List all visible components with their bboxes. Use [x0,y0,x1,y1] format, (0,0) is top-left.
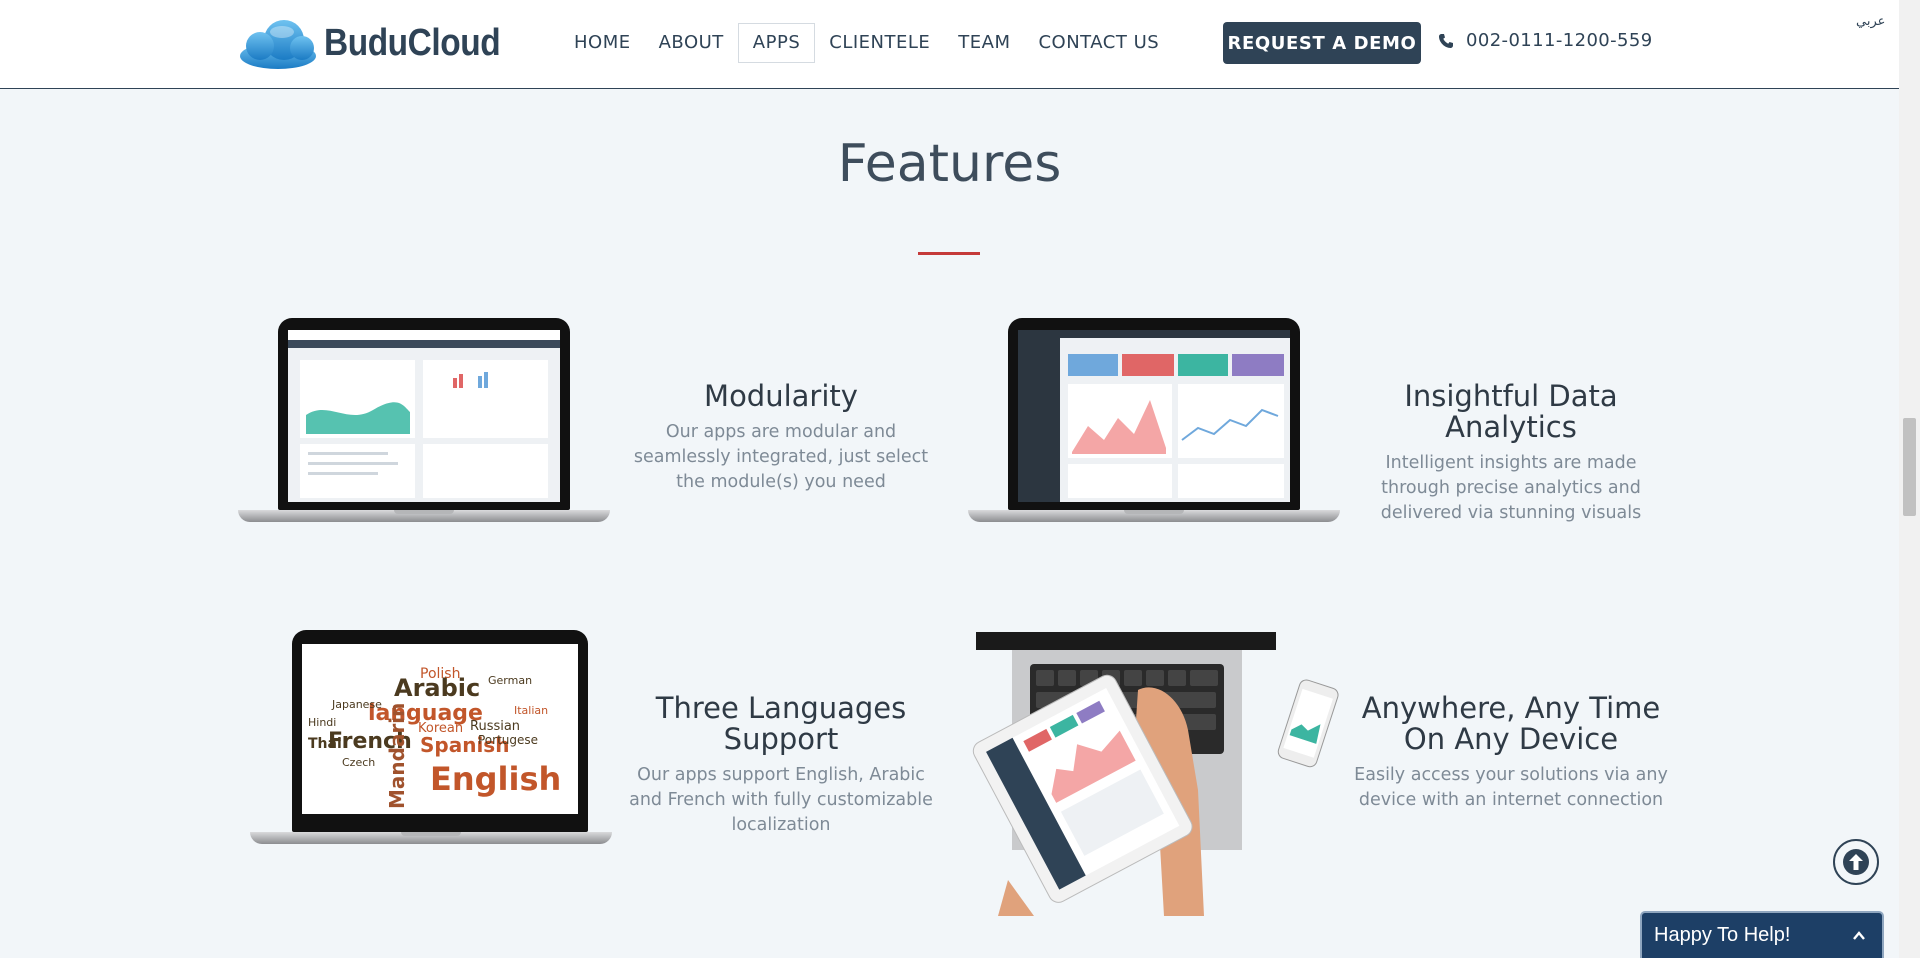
word-cloud-word: Polish [420,666,460,682]
analytics-laptop-image [968,318,1340,528]
nav-about[interactable]: ABOUT [645,23,738,63]
nav-home[interactable]: HOME [560,23,645,63]
feature-any-device: Anywhere, Any Time On Any Device Easily … [1351,693,1671,813]
feature-description: Our apps support English, Arabic and Fre… [629,765,933,835]
nav-clientele[interactable]: CLIENTELE [815,23,944,63]
modularity-laptop-image [238,318,610,528]
feature-title: Modularity [704,379,858,413]
phone-number: 002-0111-1200-559 [1466,30,1653,51]
word-cloud-word: English [430,760,561,798]
feature-three-languages: Three Languages Support Our apps support… [621,693,941,838]
scroll-to-top-button[interactable] [1833,839,1879,885]
chat-widget-bar[interactable]: Happy To Help! [1640,911,1884,958]
phone-icon [1439,33,1453,48]
chat-widget-label: Happy To Help! [1654,924,1791,946]
word-cloud-word: Russian [470,719,520,734]
scrollbar-thumb[interactable] [1903,418,1916,516]
feature-title: Three Languages Support [655,691,907,756]
analytics-screen [1018,330,1290,502]
feature-description: Intelligent insights are made through pr… [1380,453,1642,523]
request-demo-button[interactable]: REQUEST A DEMO [1223,22,1421,64]
word-cloud-word: Portugese [478,733,538,747]
feature-data-analytics: Insightful Data Analytics Intelligent in… [1351,381,1671,526]
nav-team[interactable]: TEAM [944,23,1024,63]
feature-modularity: Modularity Our apps are modular and seam… [621,381,941,495]
arrow-up-icon [1843,849,1869,875]
word-cloud-word: Italian [514,704,548,717]
word-cloud-word: Korean [418,721,463,736]
logo[interactable]: BuduCloud [236,16,524,70]
section-title: Features [837,134,1062,194]
chevron-up-icon[interactable] [1852,929,1866,943]
word-cloud-word: Mandarin [385,703,409,809]
word-cloud-word: Japanese [331,698,382,711]
site-header: BuduCloud HOME ABOUT APPS CLIENTELE TEAM… [0,0,1899,89]
word-cloud-word: German [488,674,532,687]
word-cloud-word: Hindi [308,716,336,729]
title-divider [918,252,980,255]
phone-link[interactable]: 002-0111-1200-559 [1438,30,1653,51]
word-cloud-screen: Arabic language French Spanish English M… [302,644,578,814]
word-cloud-word: Czech [342,756,375,769]
language-switch-link[interactable]: عربي [1856,14,1885,29]
main-nav: HOME ABOUT APPS CLIENTELE TEAM CONTACT U… [560,23,1173,63]
dashboard-screen [288,330,560,502]
nav-contact-us[interactable]: CONTACT US [1024,23,1173,63]
feature-title: Insightful Data Analytics [1404,379,1618,444]
feature-description: Our apps are modular and seamlessly inte… [633,422,929,492]
devices-illustration-image [968,630,1348,916]
page-scrollbar[interactable] [1899,0,1920,958]
logo-text: BuduCloud [324,21,501,64]
feature-title: Anywhere, Any Time On Any Device [1361,691,1661,756]
cloud-logo-icon [240,20,316,69]
languages-laptop-image: Arabic language French Spanish English M… [250,630,612,844]
word-cloud-word: Thai [308,736,342,752]
feature-description: Easily access your solutions via any dev… [1354,765,1668,810]
nav-apps[interactable]: APPS [737,23,816,63]
